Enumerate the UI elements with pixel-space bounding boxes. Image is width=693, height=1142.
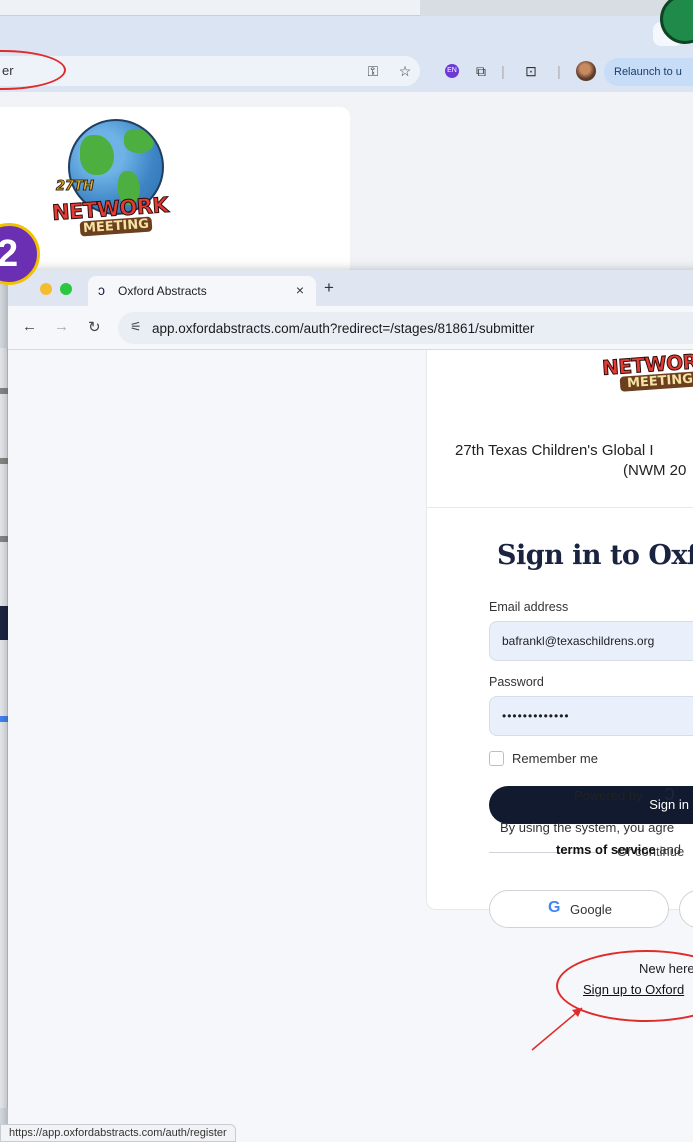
extension-icon[interactable]: EN	[445, 64, 459, 78]
star-icon[interactable]: ☆	[396, 62, 414, 80]
remember-me-label[interactable]: Remember me	[512, 751, 598, 766]
address-bar[interactable]: ⚟ app.oxfordabstracts.com/auth?redirect=…	[118, 312, 693, 344]
oxford-abstracts-logo-icon: ↄ	[664, 780, 675, 805]
key-icon[interactable]: ⚿	[364, 62, 382, 80]
toolbar-divider: |	[557, 63, 561, 79]
back-icon[interactable]: ←	[22, 318, 37, 335]
password-field[interactable]: •••••••••••••	[489, 696, 693, 736]
bg-event-card: 27TH NETWORK MEETING	[0, 107, 350, 277]
password-label: Password	[489, 675, 544, 689]
google-label: Google	[570, 902, 612, 917]
card-event-logo: NETWORK MEETING	[601, 342, 693, 402]
terms-of-service-link[interactable]: terms of service	[556, 842, 656, 857]
other-signin-button[interactable]	[679, 890, 693, 928]
reload-icon[interactable]: ↻	[88, 318, 101, 336]
terms-text-line1: By using the system, you agre	[500, 820, 675, 835]
page-title: Sign in to Oxfor	[497, 540, 693, 571]
tab-oxford-abstracts[interactable]: ↄ Oxford Abstracts ×	[88, 276, 316, 306]
left-window-sliver	[0, 348, 8, 1108]
terms-and-text: and	[655, 842, 682, 857]
powered-by-text: Powered by	[574, 788, 643, 803]
event-acronym: (NWM 20	[623, 462, 687, 479]
maximize-button[interactable]	[60, 283, 72, 295]
remember-me-checkbox[interactable]	[489, 751, 504, 766]
forward-icon[interactable]: →	[54, 318, 69, 335]
minimize-button[interactable]	[40, 283, 52, 295]
relaunch-button[interactable]: Relaunch to u	[604, 58, 693, 86]
puzzle-icon[interactable]: ⧉	[472, 62, 490, 80]
terms-text-line2: terms of service and	[556, 842, 681, 857]
oxford-abstracts-favicon: ↄ	[98, 282, 105, 298]
event-name: 27th Texas Children's Global I	[455, 442, 654, 459]
front-tabstrip: ↄ Oxford Abstracts × +	[8, 270, 693, 306]
tab-search-icon[interactable]: ⊡	[522, 62, 540, 80]
logo-number: 27TH	[56, 179, 95, 195]
email-field[interactable]: bafrankl@texaschildrens.org	[489, 621, 693, 661]
toolbar-divider: |	[501, 63, 505, 79]
annotation-arrow	[531, 1007, 583, 1051]
profile-avatar[interactable]	[576, 61, 596, 81]
close-tab-icon[interactable]: ×	[296, 282, 304, 298]
address-url[interactable]: app.oxfordabstracts.com/auth?redirect=/s…	[152, 321, 534, 336]
screenshot-root: ✦ er ⚿ ☆ EN ⧉ | ⊡ | Relaunch to u 27TH N…	[0, 0, 693, 1142]
event-logo: 27TH NETWORK MEETING	[50, 119, 180, 249]
front-toolbar: ← → ↻ ⚟ app.oxfordabstracts.com/auth?red…	[8, 306, 693, 350]
site-settings-icon[interactable]: ⚟	[130, 319, 142, 335]
bg-window-titlebar	[0, 0, 420, 16]
google-signin-button[interactable]: G Google	[489, 890, 669, 928]
new-tab-button[interactable]: +	[324, 278, 334, 298]
card-divider	[427, 507, 693, 508]
bg-tabstrip: ✦	[0, 0, 693, 50]
tab-title: Oxford Abstracts	[118, 284, 207, 298]
bg-toolbar: er ⚿ ☆ EN ⧉ | ⊡ | Relaunch to u	[0, 50, 693, 92]
google-icon: G	[548, 899, 561, 916]
email-label: Email address	[489, 600, 569, 614]
link-status-bar: https://app.oxfordabstracts.com/auth/reg…	[0, 1124, 236, 1142]
